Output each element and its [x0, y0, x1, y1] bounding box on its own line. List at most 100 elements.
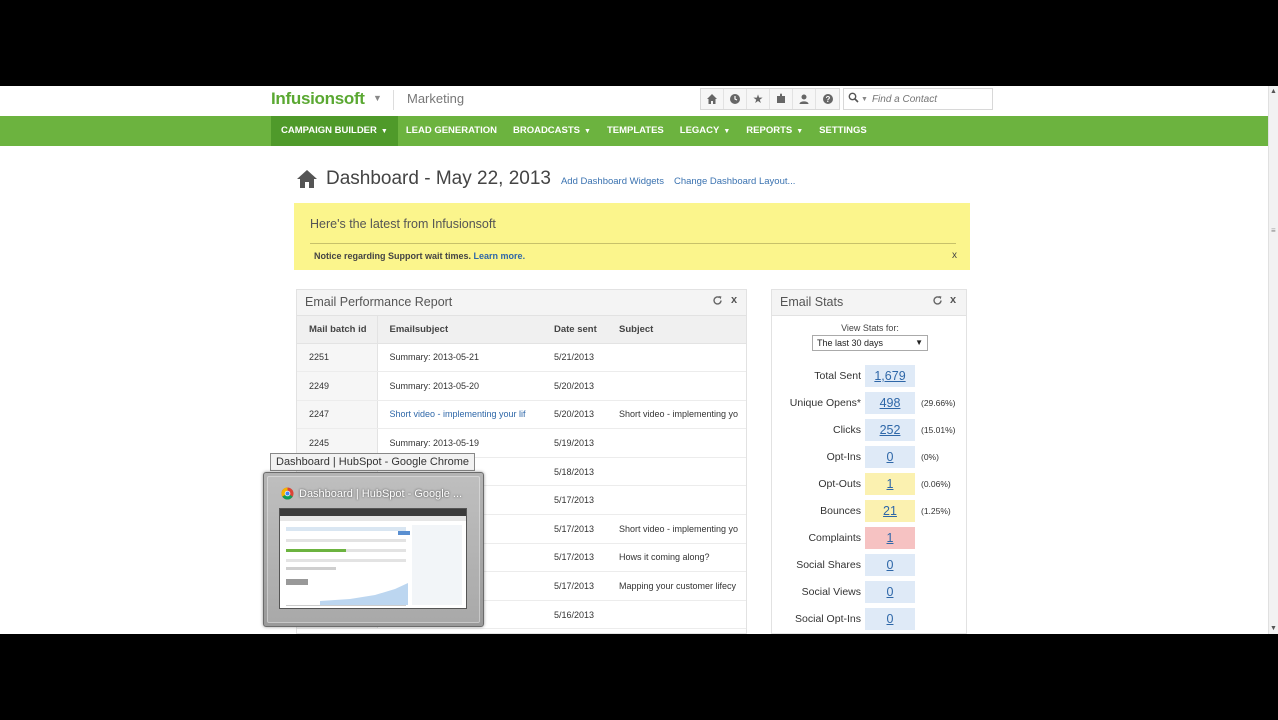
stat-percent: (29.66%) [921, 398, 956, 408]
stat-label: Complaints [808, 532, 861, 544]
infusionsoft-logo[interactable]: Infusionsoft [271, 89, 365, 109]
thumbnail-title-row: Dashboard | HubSpot - Google ... [281, 487, 462, 500]
puzzle-icon[interactable] [770, 89, 793, 109]
scroll-up-icon[interactable]: ▲ [1270, 88, 1277, 95]
email-subject-cell[interactable]: Short video - implementing your lif [377, 400, 542, 430]
notice-heading: Here's the latest from Infusionsoft [310, 217, 496, 231]
taskbar-thumbnail[interactable]: Dashboard | HubSpot - Google ... [263, 472, 484, 627]
date-sent-cell: 5/17/2013 [542, 485, 607, 516]
nav-label: SETTINGS [819, 125, 867, 136]
close-icon[interactable]: x [950, 294, 956, 306]
svg-text:?: ? [825, 95, 830, 104]
chevron-down-icon: ▼ [584, 128, 591, 135]
stat-value-link[interactable]: 252 [865, 419, 915, 441]
search-input[interactable] [871, 93, 972, 105]
date-sent-cell: 5/20/2013 [542, 400, 607, 430]
stat-percent: (15.01%) [921, 425, 956, 435]
stat-value-link[interactable]: 1 [865, 473, 915, 495]
nav-legacy[interactable]: LEGACY ▼ [672, 116, 739, 146]
stat-row: Bounces 21 (1.25%) [772, 500, 966, 522]
learn-more-link[interactable]: Learn more. [474, 251, 526, 261]
taskbar-tooltip: Dashboard | HubSpot - Google Chrome [270, 453, 476, 471]
nav-reports[interactable]: REPORTS ▼ [738, 116, 811, 146]
star-icon[interactable]: ★ [747, 89, 770, 109]
column-header[interactable]: Date sent [542, 316, 607, 344]
stat-label: Social Views [801, 586, 861, 598]
nav-settings[interactable]: SETTINGS [811, 116, 875, 146]
email-stats-widget: Email Stats x View Stats for: The last 3… [771, 289, 967, 634]
chevron-down-icon[interactable]: ▼ [861, 96, 868, 103]
widget-header: Email Stats x [772, 290, 966, 316]
search-icon[interactable] [848, 92, 859, 106]
chevron-down-icon[interactable]: ▼ [373, 93, 382, 103]
subject-cell [607, 600, 746, 630]
nav-label: REPORTS [746, 125, 793, 136]
subject-cell: Hows it coming along? [607, 543, 746, 573]
stat-percent: (1.25%) [921, 506, 951, 516]
stat-value-link[interactable]: 21 [865, 500, 915, 522]
stat-value-link[interactable]: 0 [865, 608, 915, 630]
contact-search[interactable]: ▼ [843, 88, 993, 110]
refresh-icon[interactable] [712, 295, 723, 309]
stat-value-link[interactable]: 1,679 [865, 365, 915, 387]
thumbnail-title: Dashboard | HubSpot - Google ... [299, 487, 463, 500]
stat-percent: (0%) [921, 452, 939, 462]
stat-value-link[interactable]: 1 [865, 527, 915, 549]
nav-campaign-builder[interactable]: CAMPAIGN BUILDER ▼ [271, 116, 398, 146]
notice-body: Notice regarding Support wait times. Lea… [314, 251, 525, 261]
subject-cell [607, 371, 746, 401]
table-row[interactable]: 2247 Short video - implementing your lif 5… [297, 400, 746, 430]
stat-label: Bounces [820, 505, 861, 517]
stat-row: Complaints 1 [772, 527, 966, 549]
chevron-down-icon: ▼ [915, 338, 923, 347]
stat-row: Social Shares 0 [772, 554, 966, 576]
app-name: Marketing [407, 91, 465, 106]
nav-lead-generation[interactable]: LEAD GENERATION [398, 116, 505, 146]
help-icon[interactable]: ? [816, 89, 839, 109]
stat-label: Clicks [833, 424, 861, 436]
divider [310, 243, 956, 244]
nav-templates[interactable]: TEMPLATES [599, 116, 672, 146]
divider [393, 90, 394, 110]
stat-value-link[interactable]: 0 [865, 554, 915, 576]
close-icon[interactable]: x [731, 294, 737, 306]
add-dashboard-widgets-link[interactable]: Add Dashboard Widgets [561, 176, 664, 187]
stat-value-link[interactable]: 0 [865, 446, 915, 468]
scroll-grip-icon[interactable]: ≡ [1271, 226, 1276, 235]
stat-percent: (0.06%) [921, 479, 951, 489]
refresh-icon[interactable] [932, 295, 943, 309]
stat-label: Opt-Ins [826, 451, 861, 463]
page-header: Dashboard - May 22, 2013 Add Dashboard W… [296, 168, 795, 190]
subject-cell [607, 485, 746, 516]
page-scrollbar[interactable]: ▲ ≡ ▼ [1268, 86, 1278, 634]
stat-value-link[interactable]: 0 [865, 581, 915, 603]
column-header[interactable]: Mail batch id [297, 316, 378, 344]
top-bar: Infusionsoft ▼ Marketing ★ ? ▼ Find a Co… [0, 86, 1268, 116]
stat-row: Total Sent 1,679 [772, 365, 966, 387]
news-notice: Here's the latest from Infusionsoft Noti… [294, 203, 970, 270]
home-icon[interactable] [701, 89, 724, 109]
page-preview [279, 508, 467, 609]
clock-icon[interactable] [724, 89, 747, 109]
table-row[interactable]: 2249 Summary: 2013-05-20 5/20/2013 [297, 371, 746, 401]
subject-cell [607, 428, 746, 458]
date-sent-cell: 5/16/2013 [542, 600, 607, 630]
stat-value-link[interactable]: 498 [865, 392, 915, 414]
stat-row: Opt-Outs 1 (0.06%) [772, 473, 966, 495]
nav-label: LEGACY [679, 125, 720, 136]
column-header[interactable]: Emailsubject [377, 316, 542, 344]
nav-broadcasts[interactable]: BROADCASTS ▼ [505, 116, 599, 146]
close-icon[interactable]: x [952, 250, 957, 261]
date-sent-cell: 5/17/2013 [542, 571, 607, 601]
column-header[interactable]: Subject [607, 316, 746, 344]
batch-id-cell: 2247 [297, 400, 378, 430]
chrome-icon [281, 487, 294, 500]
table-row[interactable]: 2251 Summary: 2013-05-21 5/21/2013 [297, 343, 746, 373]
widget-title: Email Stats [780, 295, 844, 309]
toolbar-icons: ★ ? [700, 88, 840, 110]
stat-label: Social Shares [796, 559, 861, 571]
scroll-down-icon[interactable]: ▼ [1270, 625, 1277, 632]
change-dashboard-layout-link[interactable]: Change Dashboard Layout... [674, 176, 795, 187]
user-icon[interactable] [793, 89, 816, 109]
period-select[interactable]: The last 30 days ▼ [812, 335, 928, 351]
